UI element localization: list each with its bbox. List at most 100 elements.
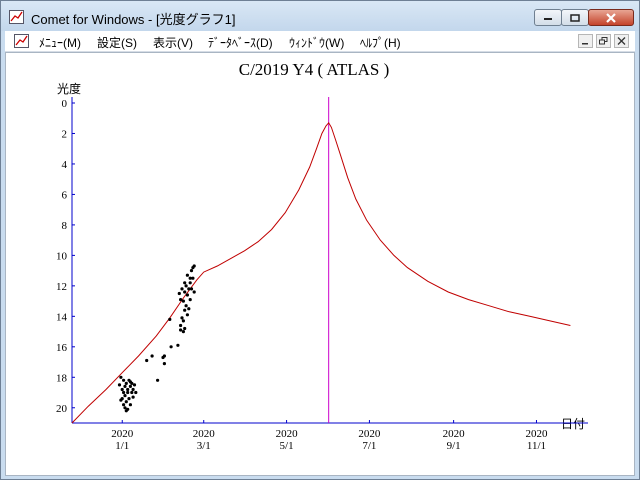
y-tick-label: 4: [62, 159, 68, 171]
observation-point: [131, 387, 135, 392]
y-tick-label: 2: [62, 128, 68, 140]
minimize-icon: [544, 17, 552, 20]
title-bar[interactable]: Comet for Windows - [光度グラフ1]: [1, 1, 639, 31]
observation-point: [128, 403, 132, 407]
observation-point: [181, 330, 185, 334]
y-tick-label: 12: [56, 281, 67, 293]
x-tick-year: 2020: [443, 428, 466, 440]
y-tick-label: 20: [56, 403, 68, 415]
observation-point: [183, 281, 187, 285]
y-tick-label: 16: [56, 342, 68, 354]
chart-child-icon[interactable]: [14, 34, 29, 48]
observation-point: [162, 354, 166, 358]
observation-point: [179, 298, 183, 302]
observation-point: [122, 378, 126, 382]
menu-item-help[interactable]: ﾍﾙﾌﾟ(H): [360, 34, 401, 51]
menu-item-database[interactable]: ﾃﾞｰﾀﾍﾞｰｽ(D): [208, 34, 273, 51]
observation-point: [128, 384, 132, 388]
menu-item-settings[interactable]: 設定(S): [97, 34, 137, 51]
menu-bar: ﾒﾆｭｰ(M) 設定(S) 表示(V) ﾃﾞｰﾀﾍﾞｰｽ(D) ｳｨﾝﾄﾞｳ(W…: [5, 31, 635, 52]
observation-point: [187, 307, 191, 311]
y-tick-label: 14: [56, 311, 68, 323]
mdi-minimize-icon: [582, 43, 588, 45]
x-tick-year: 2020: [358, 428, 381, 440]
observation-point: [123, 384, 127, 388]
light-curve-chart: C/2019 Y4 ( ATLAS ) 光度 日付 0 2 4 6 8 10 12 14 16 1…: [56, 60, 588, 452]
observation-point: [145, 358, 149, 363]
observation-point: [132, 383, 137, 387]
observation-point: [185, 293, 189, 297]
close-icon: [606, 12, 616, 23]
observation-point: [185, 273, 189, 277]
observation-point: [184, 284, 188, 288]
observation-point: [117, 383, 122, 387]
observation-point: [134, 390, 138, 395]
mdi-restore-icon: [599, 37, 608, 45]
x-tick-date: 3/1: [197, 440, 211, 452]
maximize-icon: [570, 13, 580, 22]
observation-points: [117, 264, 196, 413]
observation-point: [181, 319, 185, 323]
x-tick-year: 2020: [111, 428, 134, 440]
observation-point: [189, 269, 194, 273]
observation-point: [179, 328, 183, 332]
close-button[interactable]: [588, 9, 634, 26]
graph-client-area: C/2019 Y4 ( ATLAS ) 光度 日付 0 2 4 6 8 10 12 14 16 1…: [5, 52, 635, 476]
observation-point: [119, 398, 123, 402]
x-tick-year: 2020: [193, 428, 216, 440]
chart-title: C/2019 Y4 ( ATLAS ): [239, 60, 390, 79]
x-axis-label: 日付: [561, 417, 585, 431]
y-axis-label: 光度: [57, 81, 81, 96]
predicted-magnitude-curve: [71, 121, 571, 424]
observation-point: [169, 345, 173, 349]
mdi-close-button[interactable]: [614, 34, 629, 48]
app-window: Comet for Windows - [光度グラフ1] ﾒﾆｭｰ(M) 設定(…: [0, 0, 640, 480]
observation-point: [192, 264, 196, 268]
observation-point: [122, 390, 126, 395]
observation-point: [168, 317, 172, 321]
x-tick-year: 2020: [525, 428, 548, 440]
y-tick-label: 8: [62, 220, 68, 232]
window-title: Comet for Windows - [光度グラフ1]: [31, 12, 236, 27]
y-tick-label: 0: [62, 98, 68, 110]
x-tick-date: 7/1: [362, 440, 376, 452]
observation-point: [126, 390, 130, 395]
maximize-button[interactable]: [561, 9, 589, 26]
observation-point: [123, 406, 127, 410]
observation-point: [180, 316, 184, 320]
observation-point: [188, 298, 192, 302]
caption-buttons: [534, 9, 634, 28]
observation-point: [128, 380, 132, 384]
observation-point: [123, 394, 127, 398]
observation-point: [162, 362, 166, 366]
x-tick-year: 2020: [276, 428, 299, 440]
menu-item-view[interactable]: 表示(V): [153, 34, 193, 51]
minimize-button[interactable]: [534, 9, 562, 26]
x-tick-date: 9/1: [447, 440, 461, 452]
mdi-buttons: [575, 34, 629, 48]
mdi-minimize-button[interactable]: [578, 34, 593, 48]
menu-item-window[interactable]: ｳｨﾝﾄﾞｳ(W): [289, 34, 344, 51]
menu-item-menu[interactable]: ﾒﾆｭｰ(M): [39, 34, 81, 51]
observation-point: [156, 378, 160, 382]
observation-point: [127, 397, 131, 401]
y-tick-label: 10: [56, 250, 68, 262]
chart-app-icon[interactable]: [9, 10, 24, 24]
x-tick-date: 1/1: [115, 440, 129, 452]
observation-point: [131, 395, 135, 399]
observation-point: [192, 290, 196, 294]
observation-point: [183, 290, 187, 294]
observation-point: [126, 407, 130, 411]
mdi-restore-button[interactable]: [596, 34, 611, 48]
x-tick-labels: 20201/120203/120205/120207/120209/120201…: [111, 420, 548, 452]
observation-point: [176, 343, 180, 347]
observation-point: [185, 313, 189, 317]
observation-point: [124, 400, 128, 404]
mdi-close-icon: [617, 37, 626, 45]
observation-point: [191, 276, 195, 280]
observation-point: [119, 375, 123, 379]
observation-point: [126, 387, 130, 392]
y-tick-label: 6: [62, 189, 68, 201]
observation-point: [180, 287, 184, 291]
observation-point: [177, 291, 181, 296]
